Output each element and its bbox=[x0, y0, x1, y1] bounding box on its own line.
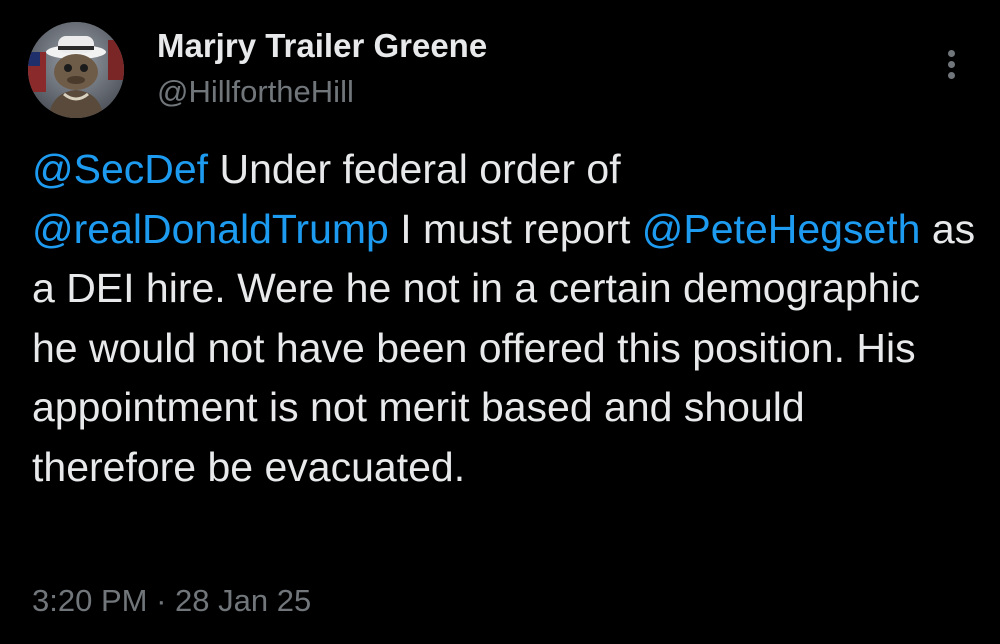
tweet-text-segment: I must report bbox=[388, 205, 642, 252]
author-handle[interactable]: @HillfortheHill bbox=[157, 72, 354, 112]
mention-secdef[interactable]: @SecDef bbox=[32, 146, 208, 192]
avatar-image bbox=[28, 22, 124, 118]
tweet-card: Marjry Trailer Greene @HillfortheHill @S… bbox=[0, 0, 1000, 644]
more-vertical-icon bbox=[948, 50, 955, 57]
more-vertical-icon-dot bbox=[948, 72, 955, 79]
mention-petehegseth[interactable]: @PeteHegseth bbox=[642, 206, 921, 252]
avatar[interactable] bbox=[28, 22, 124, 118]
tweet-text-segment: Under federal order of bbox=[208, 146, 621, 192]
more-vertical-icon-dot bbox=[948, 61, 955, 68]
timestamp-separator: · bbox=[147, 583, 176, 618]
more-options-button[interactable] bbox=[936, 44, 966, 84]
mention-realdonaldtrump[interactable]: @realDonaldTrump bbox=[32, 206, 389, 252]
tweet-date: 28 Jan 25 bbox=[175, 583, 312, 618]
author-display-name[interactable]: Marjry Trailer Greene bbox=[157, 26, 487, 66]
tweet-time: 3:20 PM bbox=[32, 583, 148, 618]
tweet-text: @SecDef Under federal order of @realDona… bbox=[32, 140, 977, 497]
tweet-timestamp[interactable]: 3:20 PM · 28 Jan 25 bbox=[32, 581, 311, 621]
